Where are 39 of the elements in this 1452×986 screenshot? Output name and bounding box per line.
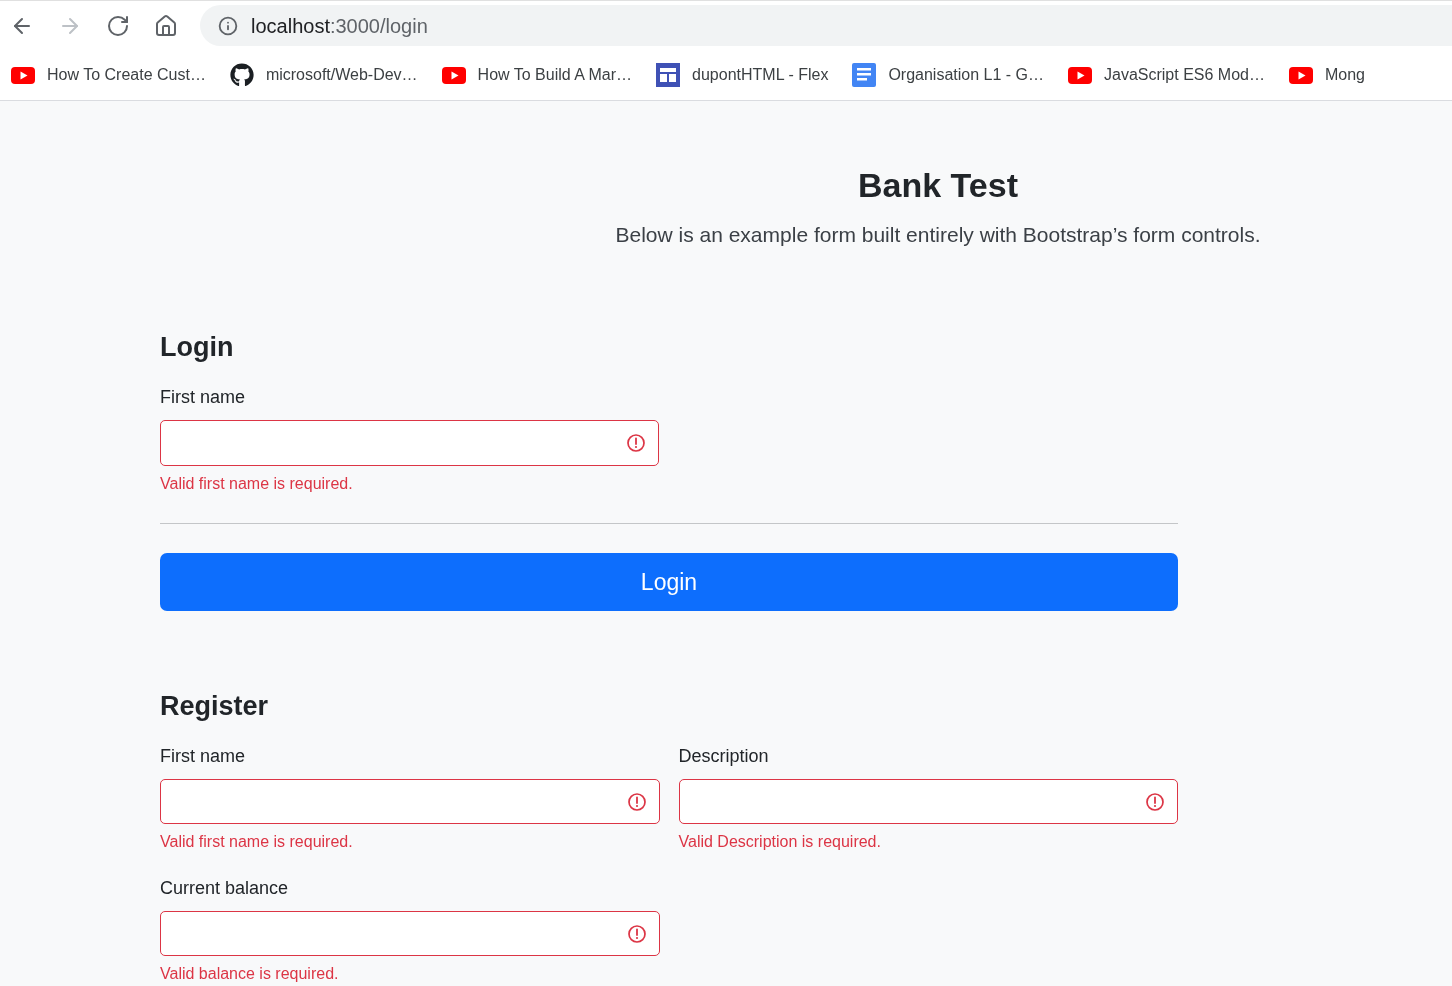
error-message: Valid first name is required. bbox=[160, 833, 353, 851]
error-message: Valid balance is required. bbox=[160, 965, 339, 983]
alert-icon bbox=[1146, 792, 1164, 811]
field-label: First name bbox=[160, 745, 246, 768]
play-button-icon bbox=[1068, 66, 1092, 84]
page-title: Bank Test bbox=[858, 165, 1018, 206]
text-input[interactable] bbox=[160, 420, 659, 466]
text-input[interactable] bbox=[678, 779, 1178, 824]
error-message: Valid first name is required. bbox=[160, 475, 353, 493]
page-subtitle: Below is an example form built entirely with Bootstrap’s form controls. bbox=[615, 222, 1261, 248]
play-button-icon bbox=[11, 66, 35, 84]
play-button-icon bbox=[441, 66, 466, 84]
document-icon bbox=[852, 63, 877, 87]
login-button[interactable]: Login bbox=[160, 553, 1178, 611]
bookmark-item[interactable]: JavaScript ES6 Mod… bbox=[1068, 63, 1265, 87]
field-label: Description bbox=[678, 745, 769, 768]
play-button-icon bbox=[1288, 66, 1313, 84]
field-label: First name bbox=[160, 386, 246, 409]
info-icon[interactable] bbox=[218, 15, 238, 36]
text-input[interactable] bbox=[160, 911, 660, 956]
alert-icon bbox=[627, 924, 646, 943]
reload-icon bbox=[106, 13, 130, 38]
home-icon bbox=[154, 13, 178, 38]
bookmark-item[interactable]: Organisation L1 - G… bbox=[852, 63, 1044, 87]
section-heading: Login bbox=[160, 331, 234, 364]
section-heading: Register bbox=[160, 690, 269, 723]
error-message: Valid Description is required. bbox=[678, 833, 881, 851]
bookmark-item[interactable]: dupontHTML - Flex bbox=[656, 63, 829, 87]
bookmark-item[interactable]: How To Create Cust… bbox=[11, 63, 206, 87]
bookmark-item[interactable]: microsoft/Web-Dev… bbox=[229, 63, 418, 87]
address-bar[interactable]: localhost:3000/login bbox=[200, 5, 1452, 46]
layout-icon bbox=[656, 63, 681, 87]
bookmark-item[interactable]: How To Build A Mar… bbox=[441, 63, 633, 87]
alert-icon bbox=[627, 434, 645, 452]
bookmark-item[interactable]: Mong bbox=[1288, 63, 1365, 87]
alert-icon bbox=[627, 792, 646, 811]
field-label: Current balance bbox=[160, 877, 289, 900]
cat-logo-icon bbox=[229, 63, 254, 87]
text-input[interactable] bbox=[160, 779, 660, 824]
